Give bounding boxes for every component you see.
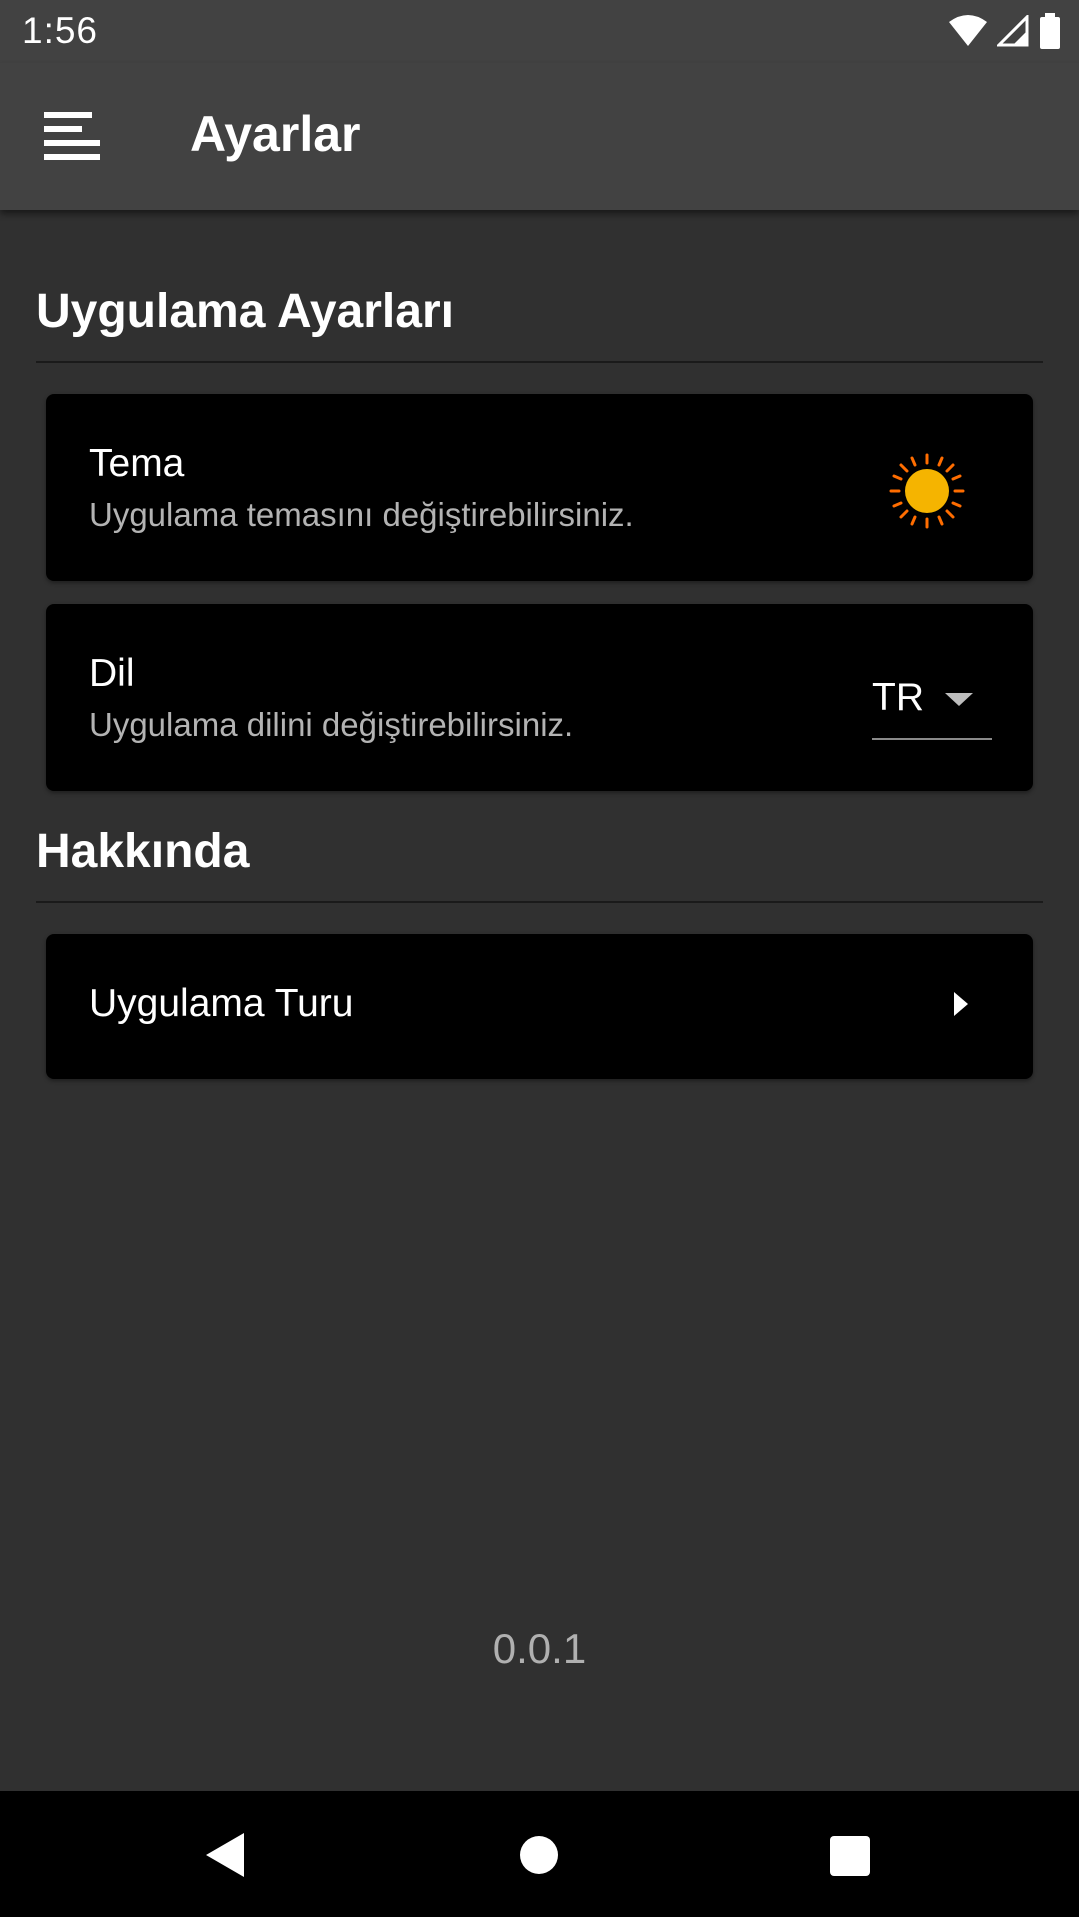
status-icons: [949, 12, 1061, 50]
app-bar: Ayarlar: [0, 63, 1079, 210]
battery-icon: [1040, 13, 1060, 49]
section-title-app-settings: Uygulama Ayarları: [36, 285, 454, 338]
app-tour-title: Uygulama Turu: [89, 982, 354, 1025]
language-select[interactable]: TR: [872, 664, 992, 740]
theme-setting-subtitle: Uygulama temasını değiştirebilirsiniz.: [89, 496, 634, 533]
section-title-about: Hakkında: [36, 825, 250, 878]
status-bar: 1:56: [0, 0, 1079, 63]
app-tour-card[interactable]: Uygulama Turu: [46, 934, 1033, 1079]
back-icon[interactable]: [206, 1833, 244, 1877]
wifi-icon: [949, 15, 987, 46]
language-setting-card[interactable]: Dil Uygulama dilini değiştirebilirsiniz.…: [46, 604, 1033, 791]
language-setting-subtitle: Uygulama dilini değiştirebilirsiniz.: [89, 706, 574, 743]
divider: [36, 361, 1043, 363]
home-icon[interactable]: [520, 1836, 558, 1874]
app-version: 0.0.1: [492, 1625, 587, 1672]
status-time: 1:56: [22, 10, 99, 51]
sun-icon[interactable]: [888, 452, 966, 530]
recents-icon[interactable]: [830, 1836, 870, 1876]
language-setting-title: Dil: [89, 652, 135, 695]
divider: [36, 901, 1043, 903]
theme-setting-title: Tema: [89, 442, 185, 485]
dropdown-arrow-icon: [945, 693, 973, 706]
page-title: Ayarlar: [190, 106, 361, 162]
chevron-right-icon: [954, 992, 968, 1016]
cellular-signal-icon: [997, 15, 1029, 47]
theme-setting-card[interactable]: Tema Uygulama temasını değiştirebilirsin…: [46, 394, 1033, 581]
language-selected-value: TR: [872, 676, 924, 719]
system-nav-bar: [0, 1791, 1079, 1917]
menu-icon[interactable]: [44, 108, 102, 166]
